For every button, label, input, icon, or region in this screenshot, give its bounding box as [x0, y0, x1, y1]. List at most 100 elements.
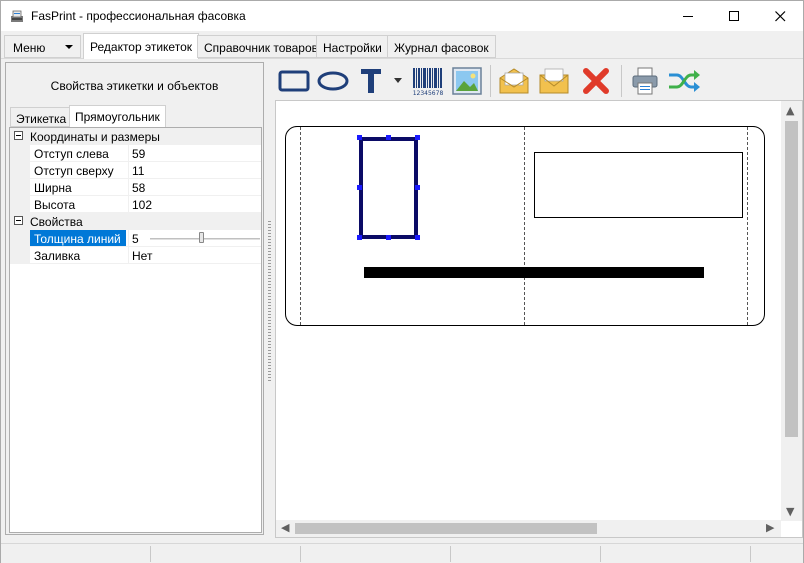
- panel-title: Свойства этикетки и объектов: [50, 79, 219, 93]
- envelope-open-icon: [499, 68, 529, 94]
- property-name: Отступ слева: [34, 147, 109, 161]
- guide-line: [300, 127, 301, 325]
- property-value[interactable]: 58: [132, 181, 145, 195]
- line-width-slider[interactable]: [150, 238, 260, 240]
- collapse-icon[interactable]: [14, 216, 23, 225]
- status-cell: [601, 546, 751, 562]
- vertical-scrollbar[interactable]: ▲ ▼: [781, 101, 802, 521]
- slider-thumb[interactable]: [199, 232, 204, 243]
- barcode-tool-button[interactable]: 12345678: [411, 65, 445, 97]
- printer-icon: [632, 67, 658, 95]
- selected-rectangle[interactable]: [359, 137, 418, 239]
- resize-handle[interactable]: [386, 235, 391, 240]
- envelope-open-tool-button[interactable]: [497, 65, 531, 97]
- property-name: Отступ сверху: [34, 164, 114, 178]
- tab-label-editor[interactable]: Редактор этикеток: [83, 33, 199, 59]
- label-canvas-area[interactable]: ▲ ▼ ◀ ▶: [275, 100, 803, 538]
- property-row[interactable]: Отступ сверху 11: [10, 162, 261, 179]
- property-row[interactable]: Высота 102: [10, 196, 261, 213]
- maximize-icon: [728, 10, 739, 21]
- scroll-up-icon[interactable]: ▲: [786, 104, 794, 117]
- envelope-icon: [539, 68, 569, 94]
- rectangle-tool-button[interactable]: [277, 65, 311, 97]
- property-row[interactable]: Отступ слева 59: [10, 145, 261, 162]
- property-row-line-width[interactable]: Толщина линий 5: [10, 230, 261, 247]
- category-properties[interactable]: Свойства: [10, 213, 261, 230]
- vertical-scroll-thumb[interactable]: [785, 121, 798, 437]
- status-cell: [301, 546, 451, 562]
- ellipse-icon: [317, 71, 349, 91]
- close-button[interactable]: [757, 1, 803, 31]
- property-value[interactable]: 5: [132, 232, 139, 246]
- delete-tool-button[interactable]: [581, 65, 611, 97]
- barcode-digits: 12345678: [413, 90, 444, 96]
- scroll-right-icon[interactable]: ▶: [766, 521, 774, 534]
- envelope-tool-button[interactable]: [537, 65, 571, 97]
- minimize-icon: [682, 15, 693, 17]
- menu-label: Меню: [13, 41, 46, 55]
- properties-panel: Свойства этикетки и объектов Этикетка Пр…: [5, 62, 264, 535]
- resize-handle[interactable]: [357, 135, 362, 140]
- horizontal-scroll-thumb[interactable]: [295, 523, 597, 534]
- status-cell: [151, 546, 301, 562]
- subtab-label[interactable]: Этикетка: [10, 107, 73, 127]
- property-name: Заливка: [34, 249, 81, 263]
- tab-packing-log[interactable]: Журнал фасовок: [387, 35, 496, 58]
- subtab-rectangle[interactable]: Прямоугольник: [69, 105, 166, 128]
- resize-handle[interactable]: [386, 135, 391, 140]
- resize-handle[interactable]: [415, 235, 420, 240]
- property-name: Ширна: [34, 181, 72, 195]
- window-title: FasPrint - профессиональная фасовка: [31, 9, 246, 23]
- editor-toolbar: 12345678: [275, 62, 803, 99]
- scroll-left-icon[interactable]: ◀: [281, 521, 289, 534]
- status-cell: [451, 546, 601, 562]
- shuffle-icon: [669, 70, 700, 92]
- property-value[interactable]: Нет: [132, 249, 152, 263]
- rectangle-object[interactable]: [534, 152, 743, 218]
- resize-handle[interactable]: [415, 185, 420, 190]
- property-value[interactable]: 11: [132, 164, 144, 178]
- image-icon: [452, 67, 482, 95]
- delete-icon: [583, 68, 609, 94]
- maximize-button[interactable]: [711, 1, 757, 31]
- resize-handle[interactable]: [357, 185, 362, 190]
- property-name: Высота: [34, 198, 76, 212]
- print-tool-button[interactable]: [629, 65, 661, 97]
- property-name-selected: Толщина линий: [30, 230, 126, 246]
- filled-bar-object[interactable]: [364, 267, 704, 278]
- barcode-icon: 12345678: [413, 68, 444, 96]
- status-bar: [1, 543, 803, 563]
- image-tool-button[interactable]: [451, 65, 483, 97]
- label-frame[interactable]: [285, 126, 765, 326]
- collapse-icon[interactable]: [14, 131, 23, 140]
- resize-handle[interactable]: [415, 135, 420, 140]
- menu-dropdown[interactable]: Меню: [4, 35, 81, 58]
- app-window: FasPrint - профессиональная фасовка Меню…: [0, 0, 804, 563]
- guide-line: [747, 127, 748, 325]
- tab-product-catalog[interactable]: Справочник товаров: [197, 35, 325, 58]
- chevron-down-icon: [394, 78, 402, 83]
- category-label: Координаты и размеры: [30, 130, 160, 144]
- property-value[interactable]: 59: [132, 147, 145, 161]
- property-grid: Координаты и размеры Отступ слева 59 Отс…: [9, 127, 262, 533]
- resize-handle[interactable]: [357, 235, 362, 240]
- scroll-down-icon[interactable]: ▼: [786, 505, 794, 518]
- text-tool-button[interactable]: [359, 65, 383, 97]
- horizontal-scrollbar[interactable]: ◀ ▶: [276, 520, 781, 537]
- tab-settings[interactable]: Настройки: [316, 35, 389, 58]
- ellipse-tool-button[interactable]: [315, 65, 351, 97]
- guide-line: [524, 127, 525, 325]
- text-icon: [361, 69, 381, 93]
- rectangle-icon: [278, 70, 310, 92]
- category-label: Свойства: [30, 215, 83, 229]
- dropdown-arrow-icon: [65, 45, 73, 49]
- property-row-fill[interactable]: Заливка Нет: [10, 247, 261, 264]
- text-tool-dropdown[interactable]: [393, 65, 403, 97]
- shuffle-tool-button[interactable]: [667, 65, 701, 97]
- minimize-button[interactable]: [665, 1, 711, 31]
- property-row[interactable]: Ширна 58: [10, 179, 261, 196]
- panel-splitter[interactable]: [268, 221, 271, 381]
- title-bar: FasPrint - профессиональная фасовка: [1, 1, 803, 31]
- property-value[interactable]: 102: [132, 198, 152, 212]
- category-coords[interactable]: Координаты и размеры: [10, 128, 261, 145]
